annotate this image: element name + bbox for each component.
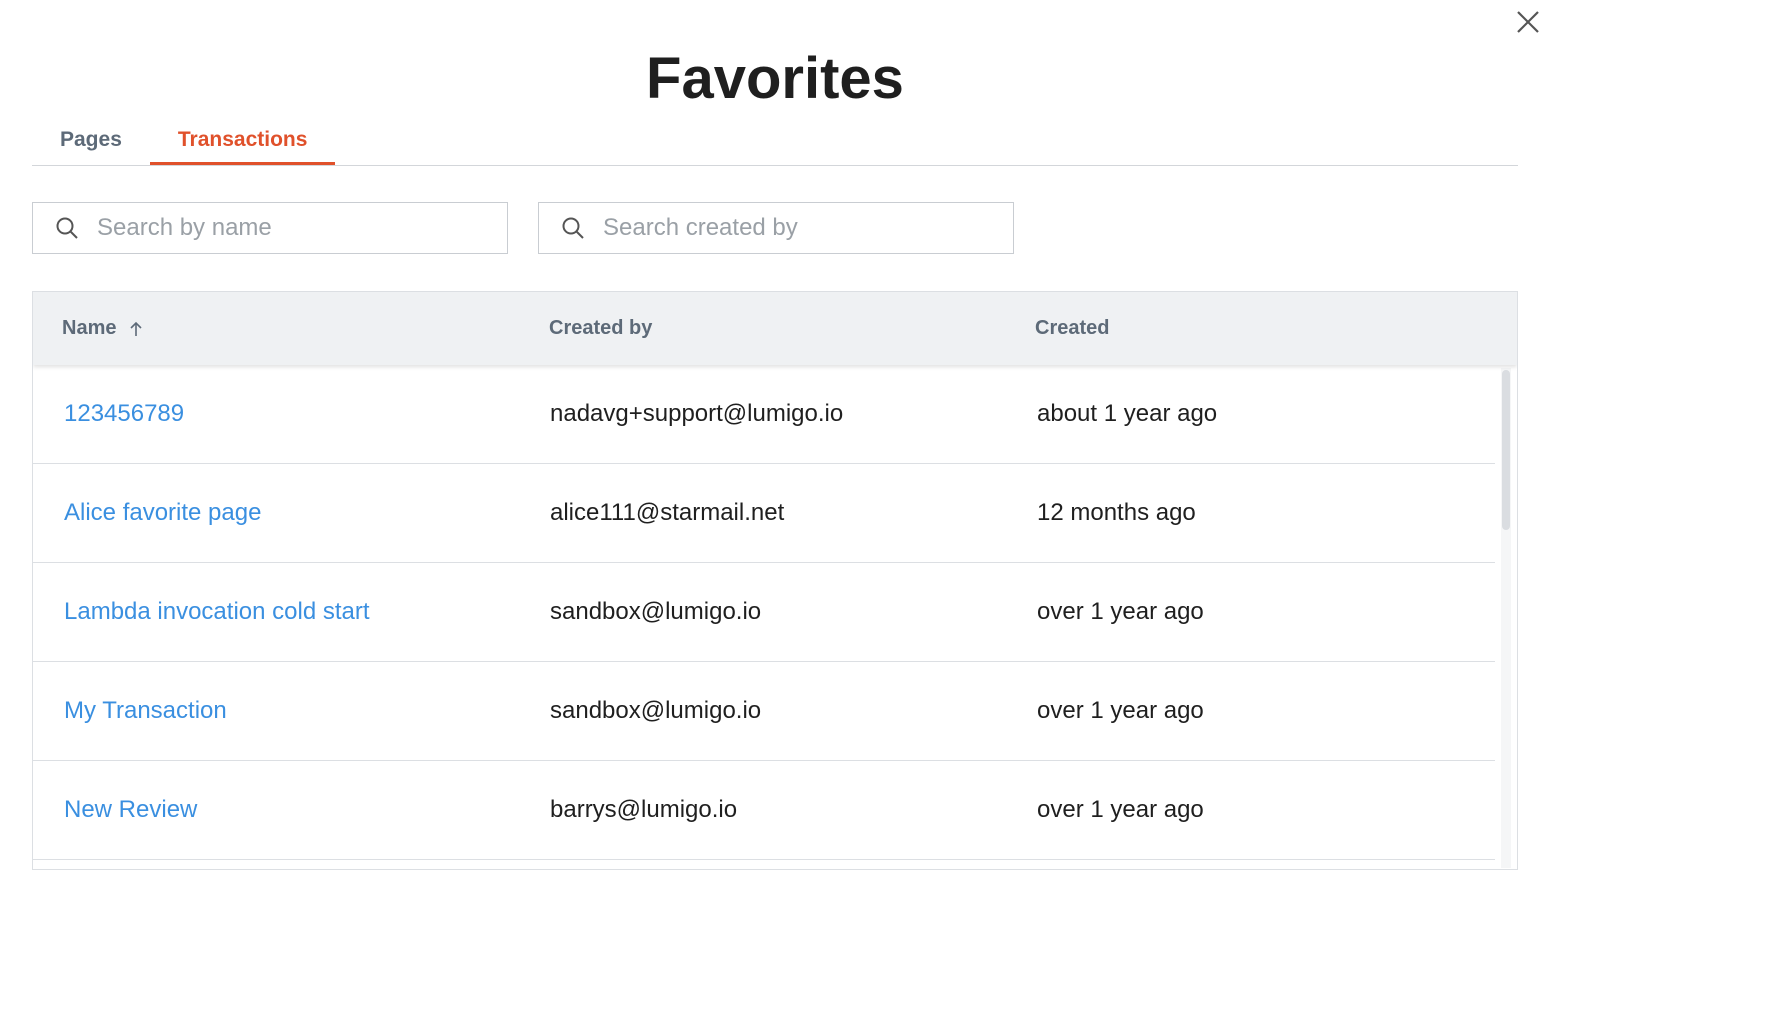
row-created-by: barrys@lumigo.io bbox=[550, 796, 738, 823]
search-icon bbox=[55, 216, 79, 240]
table-body: 123456789 nadavg+support@lumigo.io about… bbox=[33, 365, 1495, 860]
row-name-link[interactable]: Lambda invocation cold start bbox=[64, 598, 370, 626]
search-by-name-input[interactable] bbox=[95, 213, 479, 243]
table-row: Lambda invocation cold start sandbox@lum… bbox=[33, 563, 1495, 662]
close-button[interactable] bbox=[1514, 8, 1542, 36]
tab-pages[interactable]: Pages bbox=[32, 120, 150, 165]
column-header-created-by[interactable]: Created by bbox=[549, 317, 652, 340]
column-header-created[interactable]: Created bbox=[1035, 317, 1109, 340]
table-row: New Review barrys@lumigo.io over 1 year … bbox=[33, 761, 1495, 860]
row-created: over 1 year ago bbox=[1037, 697, 1204, 724]
scrollbar-thumb[interactable] bbox=[1502, 370, 1510, 530]
row-created-by: sandbox@lumigo.io bbox=[550, 598, 762, 625]
row-created-by: alice111@starmail.net bbox=[550, 499, 785, 526]
table-row: Alice favorite page alice111@starmail.ne… bbox=[33, 464, 1495, 563]
row-created: 12 months ago bbox=[1037, 499, 1196, 526]
search-icon bbox=[561, 216, 585, 240]
table-row: My Transaction sandbox@lumigo.io over 1 … bbox=[33, 662, 1495, 761]
row-name-link[interactable]: Alice favorite page bbox=[64, 499, 261, 527]
tab-transactions[interactable]: Transactions bbox=[149, 120, 336, 165]
column-header-name[interactable]: Name bbox=[62, 317, 144, 340]
tab-bar: Pages Transactions bbox=[32, 120, 1518, 166]
search-by-name-box bbox=[32, 202, 508, 254]
row-created-by: nadavg+support@lumigo.io bbox=[550, 400, 844, 427]
modal-title: Favorites bbox=[646, 46, 904, 111]
row-created: over 1 year ago bbox=[1037, 796, 1204, 823]
row-created-by: sandbox@lumigo.io bbox=[550, 697, 762, 724]
table-header: Name Created by Created bbox=[33, 292, 1517, 365]
column-header-name-label: Name bbox=[62, 317, 117, 339]
close-icon bbox=[1517, 11, 1539, 33]
row-name-link[interactable]: New Review bbox=[64, 796, 197, 824]
favorites-modal: Favorites Pages Transactions Name bbox=[0, 0, 1772, 1022]
search-created-by-box bbox=[538, 202, 1014, 254]
row-name-link[interactable]: 123456789 bbox=[64, 400, 184, 428]
search-created-by-input[interactable] bbox=[601, 213, 985, 243]
row-created: about 1 year ago bbox=[1037, 400, 1218, 427]
table-row: 123456789 nadavg+support@lumigo.io about… bbox=[33, 365, 1495, 464]
row-name-link[interactable]: My Transaction bbox=[64, 697, 227, 725]
row-created: over 1 year ago bbox=[1037, 598, 1204, 625]
arrow-up-icon bbox=[128, 321, 144, 337]
table-scrollbar[interactable] bbox=[1501, 368, 1511, 868]
favorites-table: Name Created by Created 123456789 nadavg… bbox=[32, 291, 1518, 870]
